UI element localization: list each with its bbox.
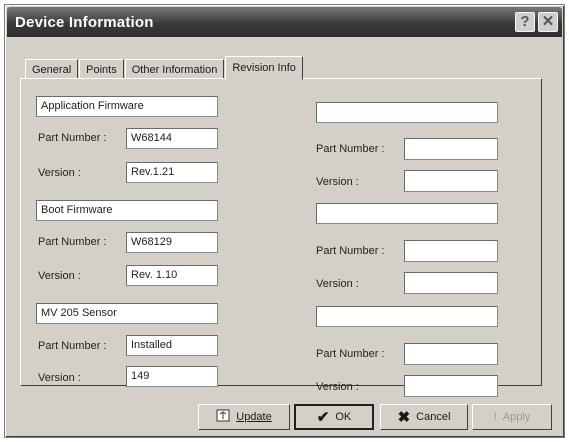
close-icon: ✕ bbox=[541, 13, 555, 30]
right-group-3-part-label: Part Number : bbox=[316, 348, 385, 360]
tab-other-information[interactable]: Other Information bbox=[124, 59, 225, 79]
right-group-3-version-value bbox=[404, 375, 498, 397]
left-group-2-part-value: W68129 bbox=[126, 232, 218, 253]
help-icon: ? bbox=[520, 13, 530, 30]
update-button[interactable]: Update bbox=[198, 404, 290, 430]
right-group-2-part-label: Part Number : bbox=[316, 245, 385, 257]
update-label: Update bbox=[236, 411, 272, 423]
left-group-3-part-value: Installed bbox=[126, 335, 218, 356]
x-icon: ✖ bbox=[397, 409, 411, 426]
right-group-1-name bbox=[316, 102, 498, 123]
right-group-2-version-label: Version : bbox=[316, 278, 359, 290]
left-group-3-name: MV 205 Sensor bbox=[36, 303, 218, 324]
title-bar[interactable]: Device Information ? ✕ bbox=[7, 7, 562, 37]
apply-label: Apply bbox=[502, 411, 531, 423]
right-group-2-name bbox=[316, 203, 498, 224]
left-group-1-part-label: Part Number : bbox=[38, 132, 107, 144]
right-group-3-part-value bbox=[404, 343, 498, 365]
tab-revision-info[interactable]: Revision Info bbox=[225, 56, 303, 80]
right-group-2-version-value bbox=[404, 272, 498, 294]
left-group-2-version-value: Rev. 1.10 bbox=[126, 265, 218, 286]
tab-general[interactable]: General bbox=[25, 59, 79, 79]
left-group-1-part-value: W68144 bbox=[126, 128, 218, 149]
tab-points[interactable]: Points bbox=[79, 59, 124, 79]
apply-button: ! Apply bbox=[472, 404, 552, 430]
ok-label: OK bbox=[335, 411, 352, 423]
close-button[interactable]: ✕ bbox=[538, 12, 558, 32]
update-icon bbox=[216, 409, 230, 425]
left-group-1-name: Application Firmware bbox=[36, 96, 218, 117]
left-group-2-version-label: Version : bbox=[38, 270, 81, 282]
help-button[interactable]: ? bbox=[515, 12, 535, 32]
left-group-1-version-value: Rev.1.21 bbox=[126, 162, 218, 183]
apply-icon: ! bbox=[493, 411, 497, 423]
window-title: Device Information bbox=[15, 14, 154, 31]
left-group-3-version-label: Version : bbox=[38, 372, 81, 384]
left-group-3-version-value: 149 bbox=[126, 366, 218, 387]
cancel-label: Cancel bbox=[416, 411, 451, 423]
right-group-1-version-value bbox=[404, 170, 498, 192]
cancel-button[interactable]: ✖ Cancel bbox=[380, 404, 468, 430]
right-group-3-name bbox=[316, 306, 498, 327]
left-group-2-part-label: Part Number : bbox=[38, 236, 107, 248]
left-group-2-name: Boot Firmware bbox=[36, 200, 218, 221]
left-group-3-part-label: Part Number : bbox=[38, 340, 107, 352]
checkmark-icon: ✔ bbox=[316, 409, 330, 426]
tab-strip: General Points Other Information Revisio… bbox=[25, 55, 304, 80]
right-group-1-version-label: Version : bbox=[316, 176, 359, 188]
right-group-2-part-value bbox=[404, 240, 498, 262]
right-group-1-part-label: Part Number : bbox=[316, 143, 385, 155]
ok-button[interactable]: ✔ OK bbox=[294, 404, 374, 430]
left-group-1-version-label: Version : bbox=[38, 167, 81, 179]
right-group-3-version-label: Version : bbox=[316, 381, 359, 393]
right-group-1-part-value bbox=[404, 138, 498, 160]
